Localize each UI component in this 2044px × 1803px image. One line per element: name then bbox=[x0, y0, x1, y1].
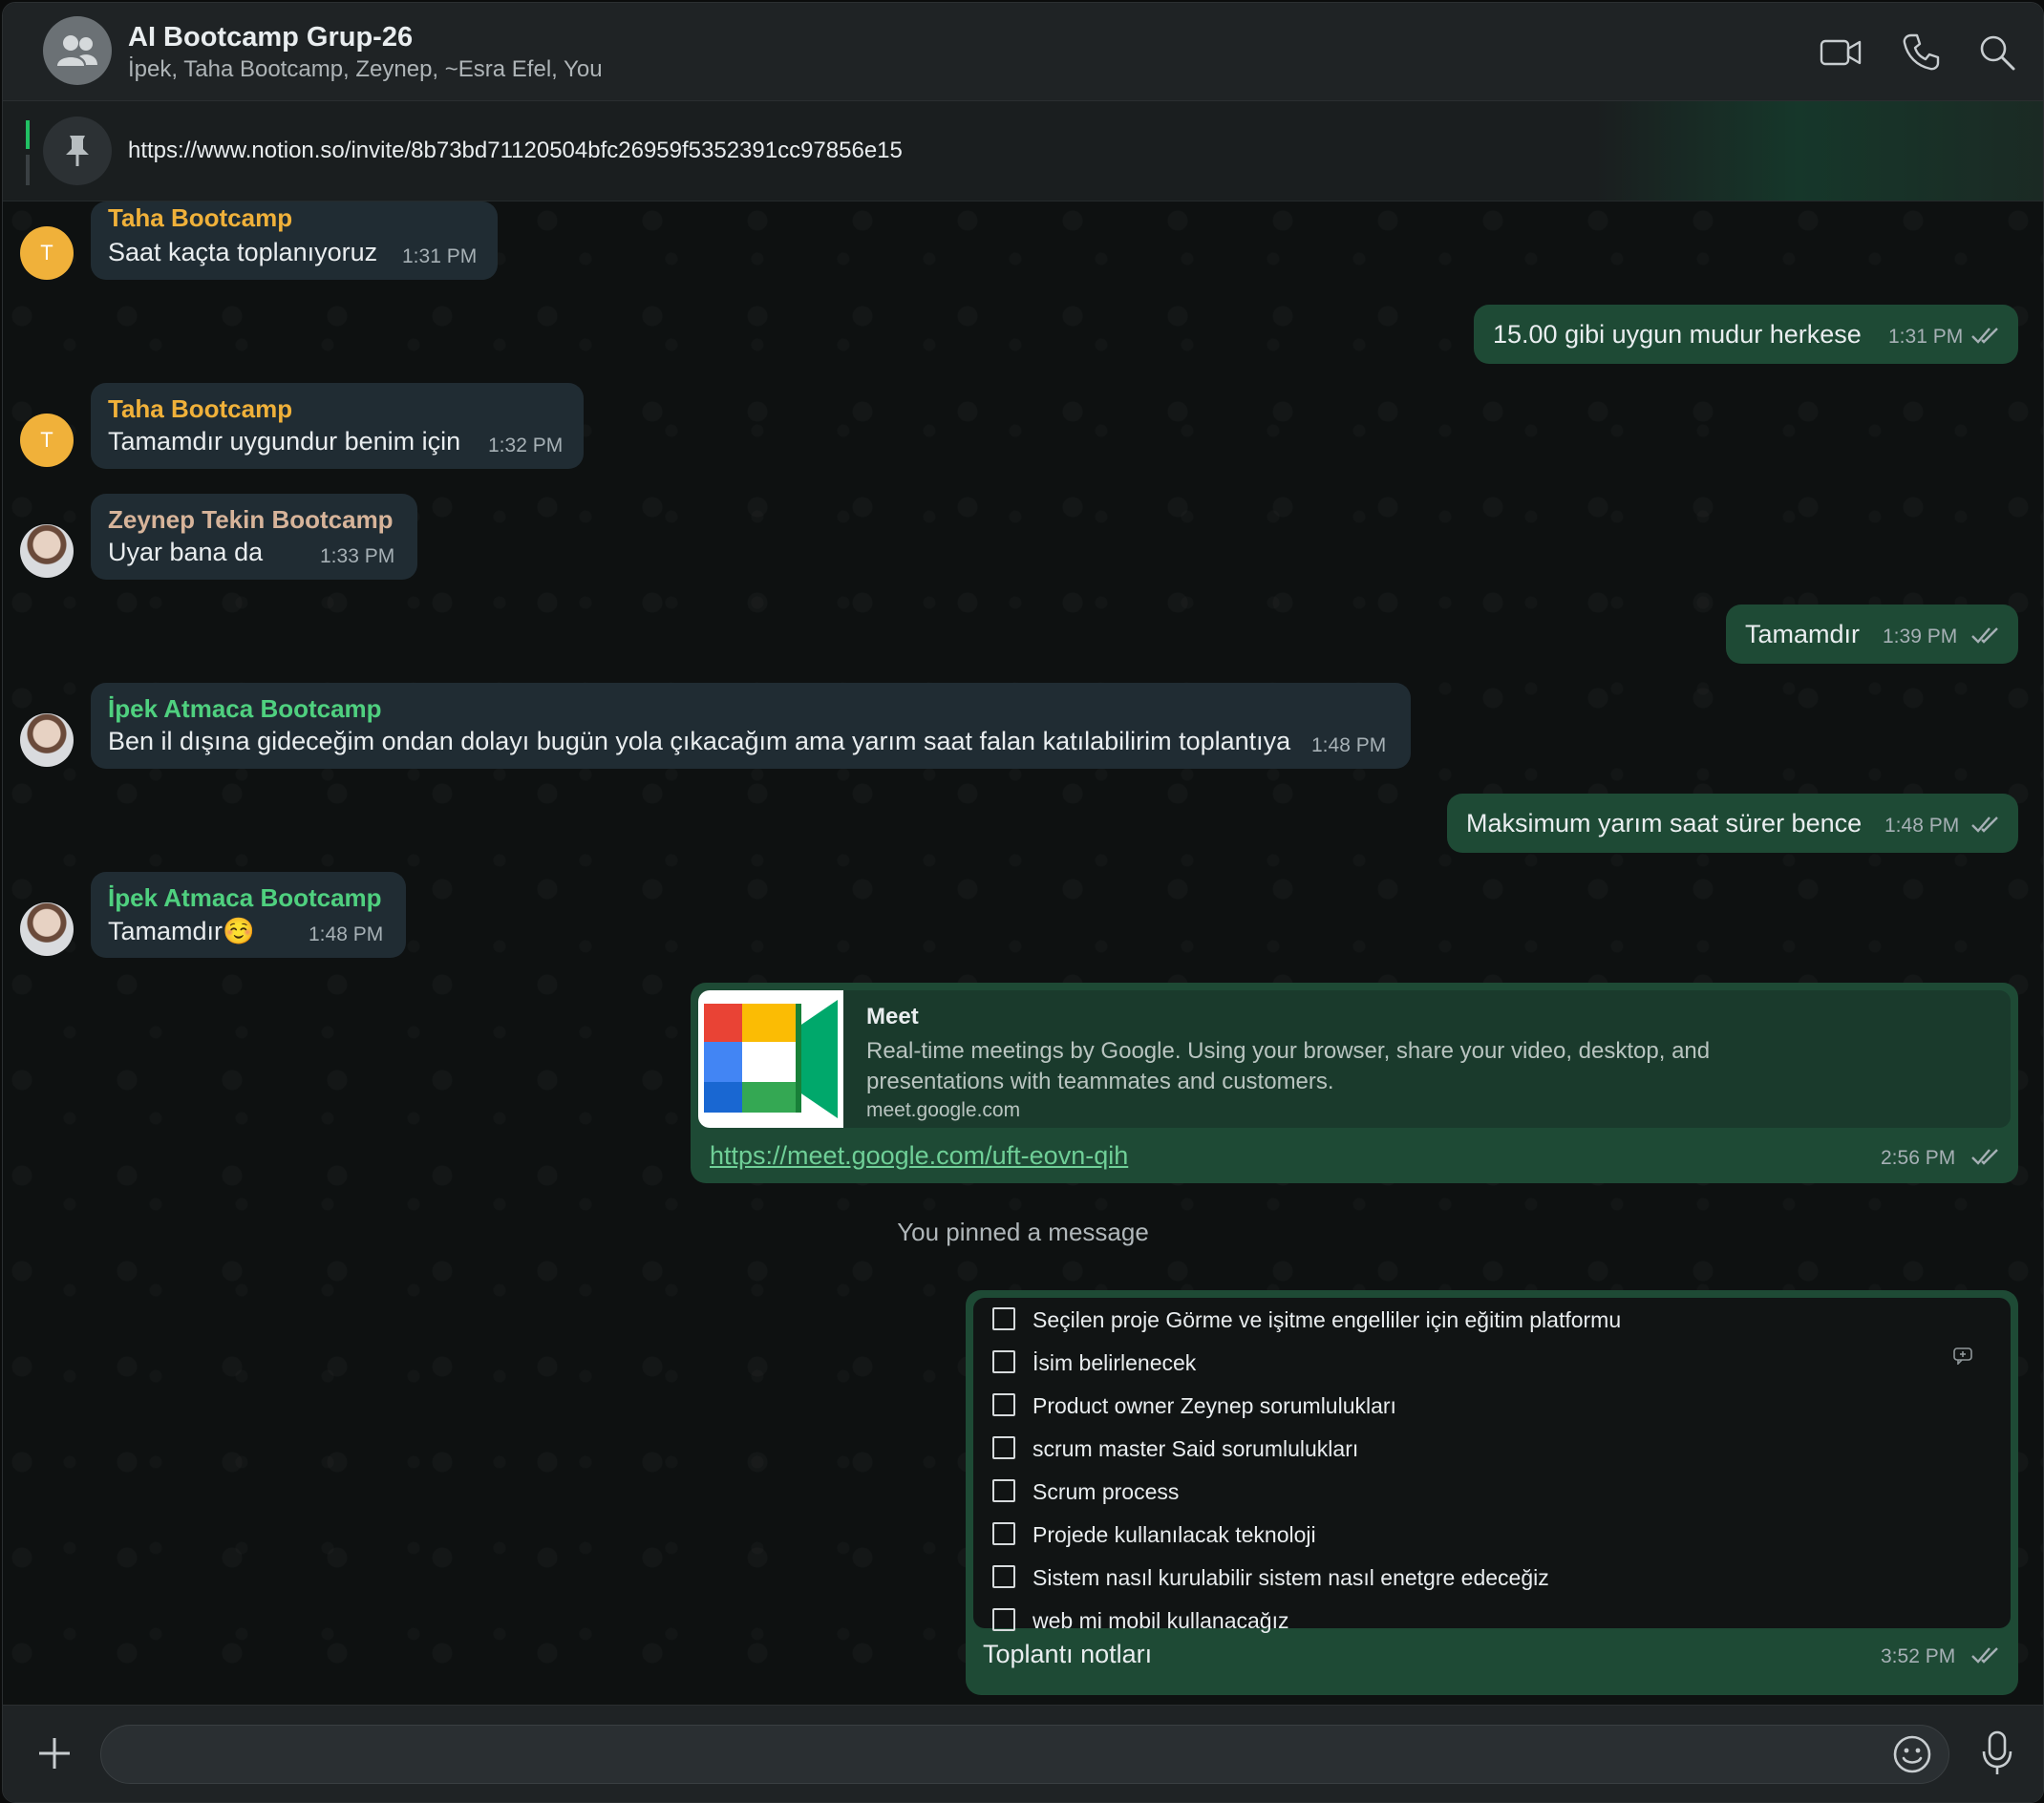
message-time: 1:31 PM bbox=[402, 245, 478, 267]
chat-members[interactable]: İpek, Taha Bootcamp, Zeynep, ~Esra Efel,… bbox=[128, 56, 603, 83]
message-bubble[interactable]: Tamamdır 1:39 PM bbox=[1726, 605, 2018, 664]
sender-name[interactable]: İpek Atmaca Bootcamp bbox=[108, 694, 382, 724]
checkbox-icon bbox=[992, 1307, 1015, 1330]
avatar[interactable]: T bbox=[20, 226, 74, 280]
message-time: 1:48 PM bbox=[309, 923, 384, 945]
checkbox-icon bbox=[992, 1565, 1015, 1588]
message-text: Uyar bana da bbox=[108, 538, 264, 566]
preview-domain: meet.google.com bbox=[866, 1099, 1021, 1121]
smiling-emoji-icon: ☺️ bbox=[223, 917, 255, 945]
checklist-item: İsim belirlenecek bbox=[992, 1350, 1196, 1383]
message-text: Tamamdır bbox=[1745, 620, 1861, 648]
message-time: 1:33 PM bbox=[320, 545, 395, 567]
message-bubble[interactable]: İpek Atmaca Bootcamp Tamamdır☺️ 1:48 PM bbox=[91, 872, 406, 958]
system-message: You pinned a message bbox=[897, 1218, 1149, 1246]
checkbox-icon bbox=[992, 1479, 1015, 1502]
sender-name[interactable]: İpek Atmaca Bootcamp bbox=[108, 883, 382, 913]
link-preview-message[interactable]: Meet Real-time meetings by Google. Using… bbox=[691, 983, 2018, 1183]
sender-name[interactable]: Taha Bootcamp bbox=[108, 203, 292, 233]
checkbox-icon bbox=[992, 1436, 1015, 1459]
chat-header: AI Bootcamp Grup-26 İpek, Taha Bootcamp,… bbox=[3, 3, 2043, 101]
preview-description: Real-time meetings by Google. Using your… bbox=[866, 1038, 1711, 1094]
message-composer bbox=[3, 1705, 2043, 1802]
avatar[interactable] bbox=[20, 902, 74, 956]
read-receipt-icon bbox=[1970, 815, 2003, 834]
checkbox-icon bbox=[992, 1522, 1015, 1545]
search-icon[interactable] bbox=[1974, 30, 2020, 75]
checkbox-icon bbox=[992, 1393, 1015, 1416]
message-time: 1:31 PM bbox=[1888, 326, 1964, 348]
whatsapp-window: AI Bootcamp Grup-26 İpek, Taha Bootcamp,… bbox=[2, 2, 2044, 1803]
preview-title: Meet bbox=[866, 1004, 919, 1029]
pin-button[interactable] bbox=[43, 117, 112, 185]
checkbox-icon bbox=[992, 1350, 1015, 1373]
message-time: 1:39 PM bbox=[1883, 626, 1958, 647]
message-text: 15.00 gibi uygun mudur herkese bbox=[1493, 320, 1862, 349]
pinned-indicator bbox=[26, 120, 30, 185]
pin-icon bbox=[66, 136, 89, 166]
checklist-item: Projede kullanılacak teknoloji bbox=[992, 1522, 1316, 1555]
checklist-item: Sistem nasıl kurulabilir sistem nasıl en… bbox=[992, 1565, 1549, 1598]
checkbox-icon bbox=[992, 1608, 1015, 1631]
avatar[interactable] bbox=[20, 713, 74, 767]
checklist-item: Scrum process bbox=[992, 1479, 1179, 1512]
read-receipt-icon bbox=[1970, 326, 2003, 345]
message-text-content: Tamamdır bbox=[108, 917, 224, 945]
google-meet-logo-icon bbox=[698, 990, 843, 1128]
message-text: Ben il dışına gideceğim ondan dolayı bug… bbox=[108, 727, 1291, 755]
message-bubble[interactable]: Taha Bootcamp Saat kaçta toplanıyoruz 1:… bbox=[91, 202, 498, 280]
message-text: Maksimum yarım saat sürer bence bbox=[1466, 809, 1863, 838]
checklist-item: scrum master Said sorumlulukları bbox=[992, 1436, 1358, 1469]
message-time: 3:52 PM bbox=[1881, 1645, 1956, 1667]
comment-icon bbox=[1953, 1347, 1972, 1366]
read-receipt-icon bbox=[1970, 1147, 2003, 1166]
message-time: 1:48 PM bbox=[1884, 815, 1960, 837]
message-text: Tamamdır☺️ bbox=[108, 916, 255, 946]
microphone-icon[interactable] bbox=[1976, 1729, 2018, 1778]
checklist-item: Product owner Zeynep sorumlulukları bbox=[992, 1393, 1396, 1426]
message-bubble[interactable]: İpek Atmaca Bootcamp Ben il dışına gidec… bbox=[91, 683, 1411, 769]
checklist-item: web mi mobil kullanacağız bbox=[992, 1608, 1288, 1641]
message-text: Saat kaçta toplanıyoruz bbox=[108, 238, 378, 266]
message-bubble[interactable]: Maksimum yarım saat sürer bence 1:48 PM bbox=[1447, 794, 2018, 853]
message-time: 1:48 PM bbox=[1311, 734, 1387, 756]
message-caption: Toplantı notları bbox=[983, 1640, 1153, 1668]
message-bubble[interactable]: 15.00 gibi uygun mudur herkese 1:31 PM bbox=[1474, 305, 2018, 364]
read-receipt-icon bbox=[1970, 1645, 2003, 1665]
message-time: 1:32 PM bbox=[488, 435, 564, 456]
read-receipt-icon bbox=[1970, 626, 2003, 645]
attach-plus-icon[interactable] bbox=[32, 1730, 77, 1776]
link-preview[interactable]: Meet Real-time meetings by Google. Using… bbox=[698, 990, 2011, 1128]
message-text: Tamamdır uygundur benim için bbox=[108, 427, 461, 456]
video-call-icon[interactable] bbox=[1818, 30, 1863, 75]
chat-title[interactable]: AI Bootcamp Grup-26 bbox=[128, 22, 413, 53]
group-icon bbox=[57, 35, 97, 66]
sender-name[interactable]: Taha Bootcamp bbox=[108, 394, 292, 424]
checklist-image[interactable]: Seçilen proje Görme ve işitme engelliler… bbox=[973, 1298, 2011, 1633]
checklist-item: Seçilen proje Görme ve işitme engelliler… bbox=[992, 1307, 1621, 1340]
emoji-icon[interactable] bbox=[1890, 1732, 1934, 1776]
voice-call-icon[interactable] bbox=[1898, 30, 1944, 75]
avatar[interactable] bbox=[20, 524, 74, 578]
message-time: 2:56 PM bbox=[1881, 1147, 1956, 1169]
pinned-message-text[interactable]: https://www.notion.so/invite/8b73bd71120… bbox=[128, 138, 903, 164]
message-bubble[interactable]: Taha Bootcamp Tamamdır uygundur benim iç… bbox=[91, 383, 584, 469]
message-input[interactable] bbox=[100, 1725, 1949, 1784]
pinned-notes-message[interactable]: Seçilen proje Görme ve işitme engelliler… bbox=[966, 1290, 2018, 1695]
avatar[interactable]: T bbox=[20, 414, 74, 467]
sender-name[interactable]: Zeynep Tekin Bootcamp bbox=[108, 505, 394, 535]
pinned-message-bar[interactable]: https://www.notion.so/invite/8b73bd71120… bbox=[3, 101, 2043, 202]
message-list[interactable]: T Taha Bootcamp Saat kaçta toplanıyoruz … bbox=[3, 202, 2043, 1705]
group-avatar[interactable] bbox=[43, 16, 112, 85]
meeting-link[interactable]: https://meet.google.com/uft-eovn-qih bbox=[710, 1141, 1128, 1171]
message-bubble[interactable]: Zeynep Tekin Bootcamp Uyar bana da 1:33 … bbox=[91, 494, 417, 580]
